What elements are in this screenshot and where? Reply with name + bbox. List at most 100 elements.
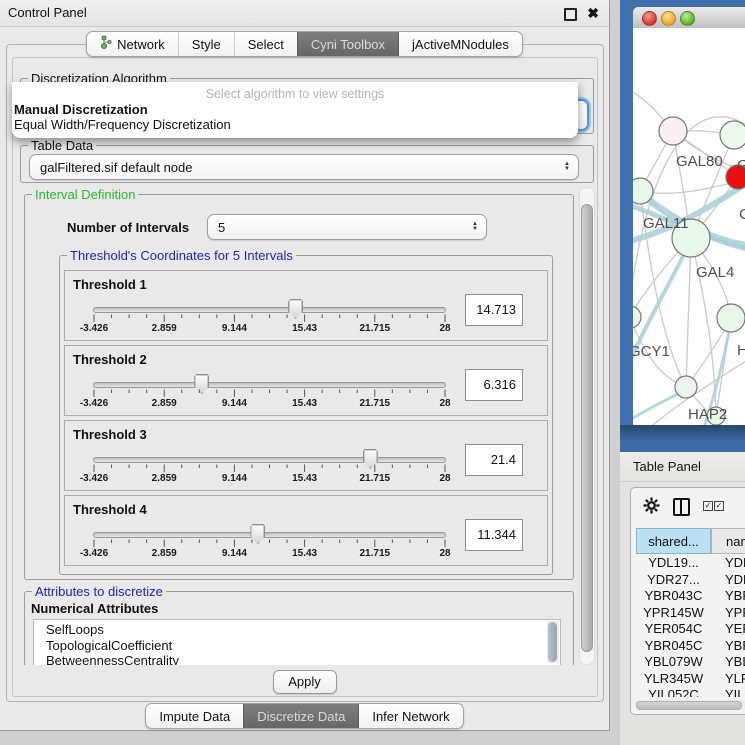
table-horizontal-scrollbar[interactable] <box>635 700 745 709</box>
threshold-value-field[interactable]: 11.344 <box>465 519 523 551</box>
control-panel-tabs: Network Style Select Cyni Toolbox jActiveMNo… <box>86 31 523 57</box>
node-label-gal11: GAL11 <box>643 215 689 232</box>
gear-icon[interactable] <box>643 497 660 519</box>
network-window-titlebar <box>633 7 745 29</box>
node-label-ga: GA <box>737 157 745 174</box>
table-row[interactable]: YER054CYER054C <box>636 621 745 638</box>
tick-label: 9.144 <box>222 473 247 484</box>
table-header-row: shared... name <box>636 528 745 554</box>
dropdown-option-manual-discretization[interactable]: Manual Discretization <box>14 102 148 117</box>
settings-vertical-scrollbar[interactable] <box>579 187 595 665</box>
split-column-icon[interactable] <box>673 498 690 516</box>
table-data-combo[interactable]: galFiltered.sif default node ▲▼ <box>29 154 579 180</box>
network-edge <box>686 238 691 387</box>
network-node[interactable] <box>675 376 697 398</box>
tick-label: 2.859 <box>152 323 177 334</box>
slider-track[interactable] <box>93 307 446 313</box>
apply-button[interactable]: Apply <box>273 670 337 694</box>
table-panel-titlebar: Table Panel <box>620 452 745 482</box>
threshold-value-field[interactable]: 21.4 <box>465 444 523 476</box>
zoom-traffic-light-icon[interactable] <box>680 11 695 26</box>
combo-stepper-icon: ▲▼ <box>472 222 478 232</box>
algorithm-dropdown-popup: Select algorithm to view settings Manual… <box>12 82 578 138</box>
tab-label: Network <box>117 33 165 56</box>
shared-name-cell: YBR045C <box>636 638 711 655</box>
attributes-to-discretize-group: Attributes to discretize Numerical Attri… <box>24 591 574 665</box>
tab-network[interactable]: Network <box>87 32 178 56</box>
table-row[interactable]: YDL19...YDL19... <box>636 555 745 572</box>
group-title: Table Data <box>28 138 96 153</box>
tab-select[interactable]: Select <box>234 32 297 56</box>
close-traffic-light-icon[interactable] <box>642 11 657 26</box>
tab-infer-network[interactable]: Infer Network <box>358 704 462 728</box>
attribute-list-item[interactable]: TopologicalCoefficient <box>34 638 560 654</box>
name-cell: YDR27... <box>711 572 745 589</box>
node-label-gal80: GAL80 <box>676 153 723 170</box>
scrollbar-thumb[interactable] <box>581 204 593 652</box>
tick-label: 2.859 <box>152 398 177 409</box>
tick-label: 28 <box>439 548 450 559</box>
combo-value: 5 <box>218 215 225 239</box>
window-title: Control Panel <box>8 0 87 26</box>
tab-discretize-data[interactable]: Discretize Data <box>243 704 358 728</box>
node-label-c: C <box>739 206 745 223</box>
tick-label: 9.144 <box>222 323 247 334</box>
table-row[interactable]: YBL079WYBL079W <box>636 654 745 671</box>
threshold-label: Threshold 1 <box>73 277 147 292</box>
close-window-icon[interactable]: ✖ <box>587 0 599 26</box>
tick-label: -3.426 <box>80 473 108 484</box>
slider-ticks <box>93 314 447 323</box>
network-node[interactable] <box>717 304 745 332</box>
slider-track[interactable] <box>93 382 446 388</box>
dropdown-option-equal-width-frequency[interactable]: Equal Width/Frequency Discretization <box>14 117 231 132</box>
network-icon <box>100 33 112 56</box>
float-window-icon[interactable] <box>564 8 577 21</box>
column-header-shared-name[interactable]: shared... <box>636 528 711 554</box>
attributes-list-scrollbar[interactable] <box>547 621 559 663</box>
threshold-value-field[interactable]: 6.316 <box>465 369 523 401</box>
minimize-traffic-light-icon[interactable] <box>661 11 676 26</box>
tab-impute-data[interactable]: Impute Data <box>146 704 243 728</box>
tab-cyni-toolbox[interactable]: Cyni Toolbox <box>297 32 398 56</box>
table-panel-title: Table Panel <box>633 452 701 481</box>
network-view-window: GAL80GACGAL11GAL4GCY1HHAP2 <box>620 0 745 452</box>
tick-label: 15.43 <box>292 398 317 409</box>
table-row[interactable]: YBR043CYBR043C <box>636 588 745 605</box>
table-row[interactable]: YDR27...YDR27... <box>636 572 745 589</box>
table-row[interactable]: YIL052CYIL052C <box>636 687 745 697</box>
table-row[interactable]: YLR345WYLR345W <box>636 671 745 688</box>
table-row[interactable]: YPR145WYPR145W <box>636 605 745 622</box>
node-label-hap2: HAP2 <box>688 406 727 423</box>
column-header-name[interactable]: name <box>711 528 745 554</box>
threshold-4-panel: Threshold 4-3.4262.8599.14415.4321.71528… <box>64 495 548 566</box>
group-title: Interval Definition <box>32 187 138 202</box>
select-columns-icon[interactable]: ✓ ✓ <box>703 501 724 511</box>
threshold-value-field[interactable]: 14.713 <box>465 294 523 326</box>
scrollbar-thumb[interactable] <box>636 701 742 710</box>
tab-label: Select <box>248 33 284 56</box>
network-node[interactable] <box>659 117 687 145</box>
table-row[interactable]: YBR045CYBR045C <box>636 638 745 655</box>
combo-value: galFiltered.sif default node <box>40 155 192 179</box>
control-panel-titlebar: Control Panel ✖ <box>0 0 609 27</box>
attribute-list-item[interactable]: SelfLoops <box>34 622 560 638</box>
name-cell: YBL079W <box>711 654 745 671</box>
tab-label: jActiveMNodules <box>412 33 509 56</box>
attribute-list-item[interactable]: BetweennessCentrality <box>34 653 560 665</box>
slider-ticks <box>93 389 447 398</box>
network-node[interactable] <box>633 178 653 204</box>
network-canvas[interactable]: GAL80GACGAL11GAL4GCY1HHAP2 <box>633 28 745 425</box>
name-cell: YER054C <box>711 621 745 638</box>
network-node[interactable] <box>633 306 641 328</box>
tab-jactivemnodules[interactable]: jActiveMNodules <box>398 32 522 56</box>
table-rows: YDL19...YDL19...YDR27...YDR27...YBR043CY… <box>636 555 745 697</box>
tick-label: 9.144 <box>222 398 247 409</box>
name-cell: YBR045C <box>711 638 745 655</box>
shared-name-cell: YER054C <box>636 621 711 638</box>
number-of-intervals-combo[interactable]: 5 ▲▼ <box>207 214 487 240</box>
tab-style[interactable]: Style <box>178 32 234 56</box>
slider-track[interactable] <box>93 532 446 538</box>
network-node[interactable] <box>720 121 745 149</box>
shared-name-cell: YPR145W <box>636 605 711 622</box>
slider-track[interactable] <box>93 457 446 463</box>
